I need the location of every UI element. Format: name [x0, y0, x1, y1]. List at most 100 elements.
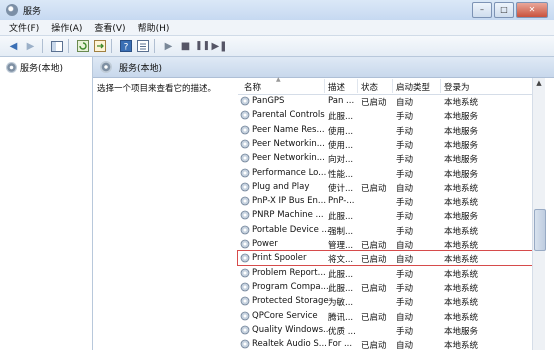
service-description: 性能... [328, 169, 354, 180]
column-divider[interactable] [324, 79, 325, 93]
column-header-startup-type[interactable]: 启动类型 [396, 81, 430, 93]
service-startup-type: 自动 [396, 312, 414, 323]
menu-file[interactable]: 文件(F) [9, 21, 39, 34]
service-description: 向对... [328, 155, 354, 166]
service-status: 已启动 [361, 183, 387, 194]
service-log-on-as: 本地系统 [444, 269, 479, 280]
service-startup-type: 自动 [396, 341, 414, 351]
service-log-on-as: 本地服务 [444, 326, 479, 337]
service-row[interactable]: Peer Name Res... 使用... 手动 本地服务 [238, 123, 532, 137]
service-row[interactable]: Parental Controls 此服... 手动 本地服务 [238, 108, 532, 122]
service-name: Problem Report... [252, 267, 326, 278]
stop-service-icon[interactable]: ■ [178, 39, 193, 53]
service-row[interactable]: Quality Windows... 优质 ... 手动 本地服务 [238, 323, 532, 337]
show-console-tree-icon[interactable] [49, 39, 64, 53]
tree-node-label: 服务(本地) [20, 64, 64, 74]
service-gear-icon [240, 268, 250, 277]
vertical-scrollbar[interactable]: ▲ [532, 78, 546, 350]
service-row[interactable]: Problem Report... 此服... 手动 本地系统 [238, 266, 532, 280]
service-name: Power [252, 239, 278, 249]
service-startup-type: 手动 [396, 212, 414, 223]
service-log-on-as: 本地服务 [444, 212, 479, 223]
menu-action[interactable]: 操作(A) [51, 21, 82, 34]
service-gear-icon [240, 296, 250, 306]
service-row[interactable]: Peer Networkin... 向对... 手动 本地服务 [238, 151, 532, 165]
forward-arrow-icon[interactable]: ▶ [23, 39, 38, 53]
service-status: 已启动 [361, 341, 387, 351]
scrollbar-thumb[interactable] [534, 209, 546, 251]
service-gear-icon [240, 239, 250, 249]
menu-view[interactable]: 查看(V) [94, 21, 125, 34]
service-gear-icon [240, 110, 250, 120]
restart-service-icon[interactable]: ▶❚ [211, 39, 227, 53]
service-log-on-as: 本地系统 [444, 255, 479, 266]
toolbar: ◀ ▶ ? ▶ ■ ❚❚ ▶❚ [0, 35, 554, 57]
service-row[interactable]: Peer Networkin... 使用... 手动 本地服务 [238, 137, 532, 151]
service-row[interactable]: Protected Storage 为敏... 手动 本地系统 [238, 294, 532, 308]
gear-icon [6, 62, 17, 73]
service-startup-type: 手动 [396, 326, 414, 337]
service-name: Peer Name Res... [252, 124, 325, 135]
pause-service-icon[interactable]: ❚❚ [195, 39, 210, 53]
service-description: 此服... [328, 212, 354, 223]
service-row[interactable]: PanGPS Pan ... 已启动 自动 本地系统 [238, 94, 532, 108]
service-status: 已启动 [361, 98, 387, 108]
toolbar-separator [154, 39, 155, 53]
refresh-icon[interactable] [75, 39, 90, 53]
service-row[interactable]: Power 管理... 已启动 自动 本地系统 [238, 237, 532, 251]
service-description: PnP-... [328, 196, 355, 207]
menu-help[interactable]: 帮助(H) [138, 21, 170, 34]
column-divider[interactable] [357, 79, 358, 93]
maximize-button[interactable]: □ [494, 2, 514, 18]
column-header-name[interactable]: 名称 [244, 81, 261, 93]
description-text: 选择一个项目来查看它的描述。 [97, 84, 217, 94]
service-name: Peer Networkin... [252, 138, 325, 149]
service-gear-icon [240, 196, 250, 206]
service-row[interactable]: Realtek Audio S... For ... 已启动 自动 本地系统 [238, 337, 532, 351]
service-name: Peer Networkin... [252, 153, 325, 164]
details-pane-title: 服务(本地) [119, 63, 163, 74]
help-icon[interactable]: ? [118, 39, 133, 53]
service-name: Portable Device ... [252, 224, 330, 235]
service-row[interactable]: Performance Lo... 性能... 手动 本地服务 [238, 166, 532, 180]
column-divider[interactable] [392, 79, 393, 93]
service-startup-type: 手动 [396, 112, 414, 123]
service-name: PanGPS [252, 96, 285, 106]
service-name: QPCore Service [252, 310, 318, 321]
service-row[interactable]: Program Compa... 此服... 已启动 手动 本地系统 [238, 280, 532, 294]
service-row[interactable]: Plug and Play 使计... 已启动 自动 本地系统 [238, 180, 532, 194]
service-description: 将文... [328, 255, 354, 266]
service-name: Quality Windows... [252, 324, 332, 335]
console-tree-pane: 服务(本地) [0, 57, 93, 350]
start-service-icon[interactable]: ▶ [161, 39, 176, 53]
column-header-description[interactable]: 描述 [328, 81, 345, 93]
service-description: 强制... [328, 226, 354, 237]
properties-icon[interactable] [135, 39, 150, 53]
back-arrow-icon[interactable]: ◀ [6, 39, 21, 53]
column-header-log-on-as[interactable]: 登录为 [444, 81, 470, 93]
close-button[interactable]: ✕ [516, 2, 548, 18]
column-header-status[interactable]: 状态 [361, 81, 378, 93]
details-pane: 服务(本地) 选择一个项目来查看它的描述。 名称 ▲ 描述 状态 启动类型 登录… [93, 57, 554, 351]
service-log-on-as: 本地系统 [444, 341, 479, 351]
service-startup-type: 手动 [396, 283, 414, 294]
service-row[interactable]: QPCore Service 腾讯... 已启动 自动 本地系统 [238, 309, 532, 323]
minimize-button[interactable]: – [472, 2, 492, 18]
service-log-on-as: 本地服务 [444, 126, 479, 137]
service-description: Pan ... [328, 96, 355, 106]
service-gear-icon [240, 182, 250, 192]
service-row[interactable]: Portable Device ... 强制... 手动 本地系统 [238, 223, 532, 237]
service-description: 此服... [328, 269, 354, 280]
service-startup-type: 自动 [396, 241, 414, 251]
service-row[interactable]: PNRP Machine ... 此服... 手动 本地服务 [238, 208, 532, 222]
export-list-icon[interactable] [92, 39, 107, 53]
tree-node-services-local[interactable]: 服务(本地) [6, 61, 63, 74]
service-log-on-as: 本地服务 [444, 169, 479, 180]
column-divider[interactable] [440, 79, 441, 93]
service-row[interactable]: PnP-X IP Bus En... PnP-... 手动 本地系统 [238, 194, 532, 208]
service-gear-icon [240, 225, 250, 235]
scroll-up-arrow-icon[interactable]: ▲ [534, 79, 544, 89]
window-controls: – □ ✕ [472, 2, 548, 18]
service-row[interactable]: Print Spooler 将文... 已启动 自动 本地系统 [237, 250, 533, 267]
service-description: 使用... [328, 126, 354, 137]
